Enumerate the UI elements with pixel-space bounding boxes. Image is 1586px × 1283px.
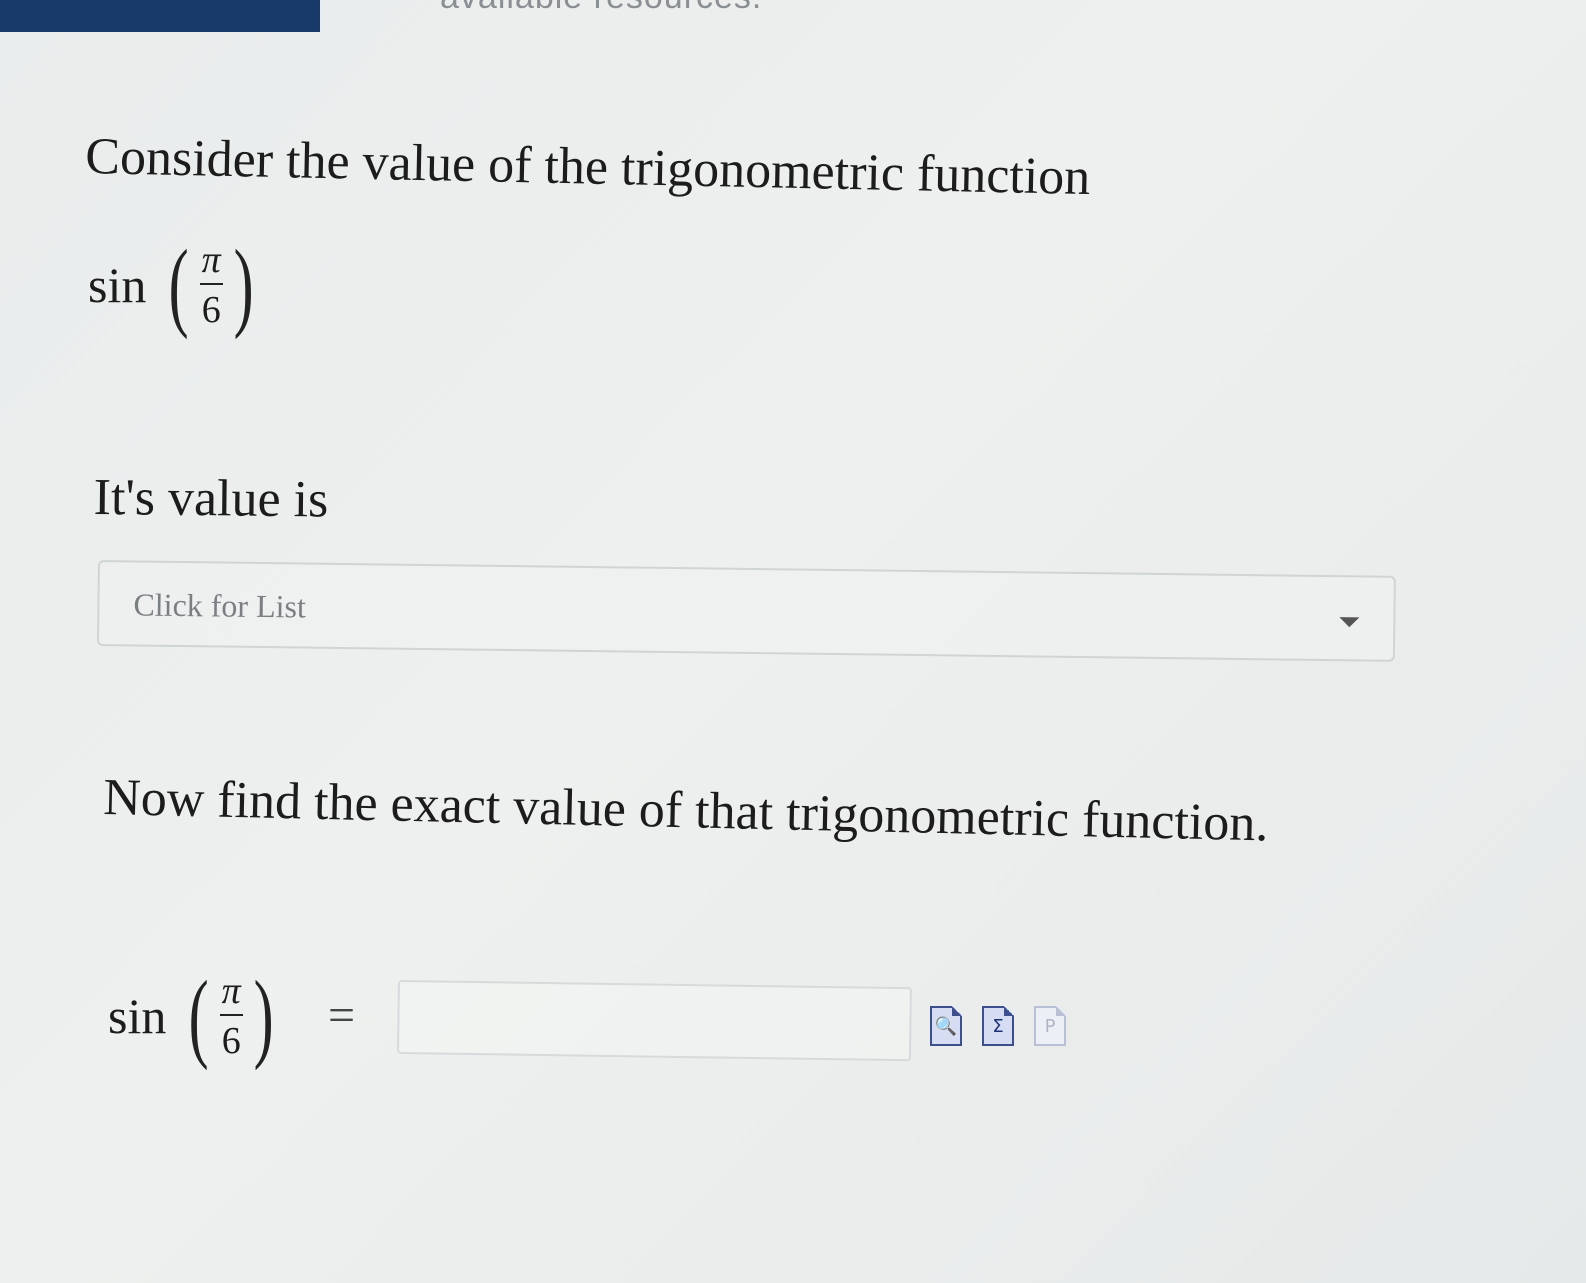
- function-name: sin: [108, 988, 167, 1044]
- fraction-denominator: 6: [221, 1020, 241, 1062]
- value-label: It's value is: [93, 468, 329, 529]
- value-dropdown[interactable]: Click for List: [96, 560, 1396, 662]
- left-paren: (: [189, 960, 210, 1071]
- header-text: available resources.: [440, 0, 762, 17]
- answer-expression: sin ( π 6 ): [108, 966, 280, 1066]
- chevron-down-icon: [1339, 617, 1360, 628]
- equation-editor-icon[interactable]: Σ: [982, 1006, 1014, 1046]
- equals-sign: =: [328, 989, 356, 1042]
- header-bar: [0, 0, 320, 32]
- function-name: sin: [88, 257, 147, 313]
- preview-icon[interactable]: 🔍: [930, 1006, 962, 1046]
- answer-input[interactable]: [396, 980, 912, 1062]
- fraction-numerator: π: [199, 241, 223, 285]
- right-paren: ): [233, 229, 254, 340]
- fraction-numerator: π: [219, 972, 243, 1016]
- dropdown-placeholder: Click for List: [133, 586, 307, 625]
- fraction: π 6: [219, 972, 243, 1062]
- right-paren: ): [253, 960, 274, 1071]
- left-paren: (: [169, 229, 190, 340]
- instruction-text: Now find the exact value of that trigono…: [102, 768, 1269, 853]
- trig-expression: sin ( π 6 ): [88, 235, 260, 335]
- help-icon[interactable]: P: [1034, 1006, 1066, 1046]
- fraction: π 6: [199, 241, 223, 331]
- question-prompt: Consider the value of the trigonometric …: [84, 128, 1091, 207]
- fraction-denominator: 6: [201, 289, 221, 331]
